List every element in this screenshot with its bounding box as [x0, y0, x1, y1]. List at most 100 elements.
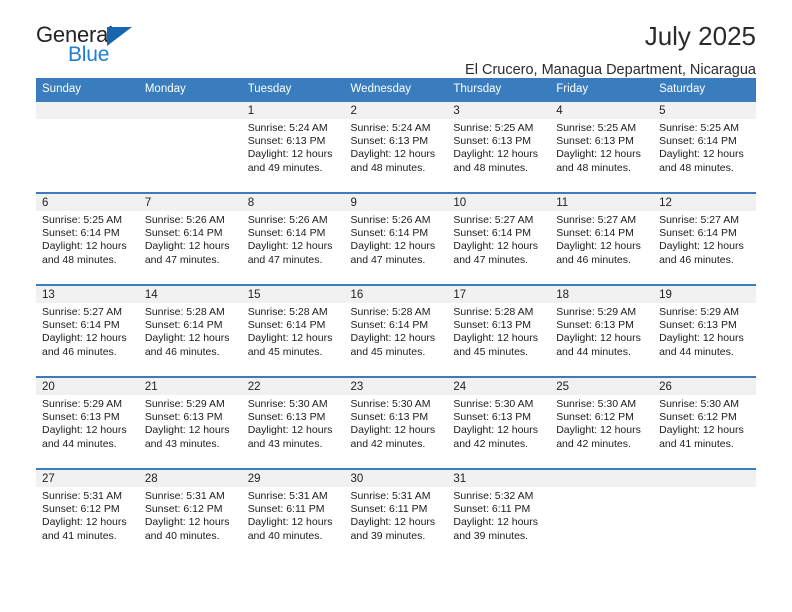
sunrise-text: Sunrise: 5:27 AM [659, 214, 740, 226]
day-number: 5 [653, 102, 756, 119]
calendar-day-cell[interactable]: 30 Sunrise: 5:31 AM Sunset: 6:11 PM Dayligh… [344, 468, 448, 560]
daylight-text: Daylight: 12 hours and 47 minutes. [247, 240, 333, 266]
sunrise-text: Sunrise: 5:28 AM [453, 306, 534, 318]
calendar-day-cell[interactable]: 10 Sunrise: 5:27 AM Sunset: 6:14 PM Dayligh… [447, 192, 551, 285]
day-number: 21 [138, 378, 242, 395]
calendar-day-cell[interactable]: 4 Sunrise: 5:25 AM Sunset: 6:13 PM Daylight… [550, 100, 654, 193]
calendar-day-cell[interactable]: 22 Sunrise: 5:30 AM Sunset: 6:13 PM Dayligh… [241, 376, 345, 469]
day-cell-inner: 24 Sunrise: 5:30 AM Sunset: 6:13 PM Dayligh… [447, 378, 551, 466]
weekday-header-saturday: Saturday [653, 78, 756, 101]
sunset-text: Sunset: 6:13 PM [556, 135, 634, 148]
calendar-day-cell[interactable]: 26 Sunrise: 5:30 AM Sunset: 6:12 PM Dayligh… [653, 376, 756, 469]
calendar-day-cell[interactable]: 19 Sunrise: 5:29 AM Sunset: 6:13 PM Dayligh… [653, 284, 756, 377]
day-cell-inner: 18 Sunrise: 5:29 AM Sunset: 6:13 PM Dayligh… [550, 286, 654, 374]
day-number: 10 [447, 194, 551, 211]
calendar-day-cell[interactable]: 27 Sunrise: 5:31 AM Sunset: 6:12 PM Dayligh… [36, 468, 139, 560]
day-cell-inner: 26 Sunrise: 5:30 AM Sunset: 6:12 PM Dayligh… [653, 378, 756, 466]
sunset-text: Sunset: 6:14 PM [350, 227, 429, 240]
calendar-day-cell[interactable]: 14 Sunrise: 5:28 AM Sunset: 6:14 PM Dayligh… [138, 284, 242, 377]
day-cell-inner: 7 Sunrise: 5:26 AM Sunset: 6:14 PM Daylight… [138, 194, 242, 282]
day-number: 15 [241, 286, 345, 303]
day-cell-inner: 17 Sunrise: 5:28 AM Sunset: 6:13 PM Dayligh… [447, 286, 551, 374]
sunset-text: Sunset: 6:13 PM [247, 411, 326, 424]
sunset-text: Sunset: 6:14 PM [144, 227, 223, 240]
calendar-day-cell[interactable]: 7 Sunrise: 5:26 AM Sunset: 6:14 PM Daylight… [138, 192, 242, 285]
calendar-day-cell[interactable]: 12 Sunrise: 5:27 AM Sunset: 6:14 PM Dayligh… [653, 192, 756, 285]
sunset-text: Sunset: 6:14 PM [42, 319, 120, 332]
day-cell-inner: 6 Sunrise: 5:25 AM Sunset: 6:14 PM Daylight… [36, 194, 139, 282]
calendar-day-cell[interactable]: 25 Sunrise: 5:30 AM Sunset: 6:12 PM Dayligh… [550, 376, 654, 469]
calendar-day-cell[interactable]: 6 Sunrise: 5:25 AM Sunset: 6:14 PM Daylight… [36, 192, 139, 285]
sunset-text: Sunset: 6:12 PM [659, 411, 737, 424]
calendar-day-cell[interactable]: 23 Sunrise: 5:30 AM Sunset: 6:13 PM Dayligh… [344, 376, 448, 469]
calendar-day-cell[interactable]: 3 Sunrise: 5:25 AM Sunset: 6:13 PM Daylight… [447, 100, 551, 193]
day-number: 31 [447, 470, 551, 487]
daylight-text: Daylight: 12 hours and 46 minutes. [556, 240, 641, 266]
day-number: 25 [550, 378, 654, 395]
sunset-text: Sunset: 6:13 PM [556, 319, 634, 332]
day-cell-inner: 15 Sunrise: 5:28 AM Sunset: 6:14 PM Dayligh… [241, 286, 345, 374]
day-number: 29 [241, 470, 345, 487]
day-details: Sunrise: 5:31 AM Sunset: 6:11 PM Daylight:… [242, 487, 345, 543]
daylight-text: Daylight: 12 hours and 47 minutes. [144, 240, 230, 266]
calendar-day-cell[interactable]: 9 Sunrise: 5:26 AM Sunset: 6:14 PM Daylight… [344, 192, 448, 285]
daylight-text: Daylight: 12 hours and 42 minutes. [453, 424, 539, 450]
daylight-text: Daylight: 12 hours and 41 minutes. [42, 516, 127, 542]
day-number [653, 470, 756, 487]
calendar-day-cell[interactable]: 31 Sunrise: 5:32 AM Sunset: 6:11 PM Dayligh… [447, 468, 551, 560]
sunset-text: Sunset: 6:13 PM [350, 411, 429, 424]
daylight-text: Daylight: 12 hours and 43 minutes. [247, 424, 333, 450]
calendar-day-cell[interactable]: 28 Sunrise: 5:31 AM Sunset: 6:12 PM Dayligh… [138, 468, 242, 560]
sunrise-text: Sunrise: 5:28 AM [350, 306, 431, 318]
sunrise-text: Sunrise: 5:24 AM [350, 122, 431, 134]
sunrise-text: Sunrise: 5:30 AM [453, 398, 534, 410]
day-number: 9 [344, 194, 448, 211]
calendar-day-cell[interactable]: 8 Sunrise: 5:26 AM Sunset: 6:14 PM Daylight… [241, 192, 345, 285]
calendar-day-cell[interactable]: 13 Sunrise: 5:27 AM Sunset: 6:14 PM Dayligh… [36, 284, 139, 377]
day-cell-inner: 9 Sunrise: 5:26 AM Sunset: 6:14 PM Daylight… [344, 194, 448, 282]
calendar-empty-cell [653, 468, 756, 560]
generalblue-logo[interactable]: General Blue [36, 22, 266, 70]
day-number: 18 [550, 286, 654, 303]
day-number: 6 [36, 194, 139, 211]
daylight-text: Daylight: 12 hours and 45 minutes. [247, 332, 333, 358]
daylight-text: Daylight: 12 hours and 46 minutes. [42, 332, 127, 358]
daylight-text: Daylight: 12 hours and 45 minutes. [453, 332, 539, 358]
calendar-day-cell[interactable]: 17 Sunrise: 5:28 AM Sunset: 6:13 PM Dayligh… [447, 284, 551, 377]
day-number: 27 [36, 470, 139, 487]
calendar-day-cell[interactable]: 2 Sunrise: 5:24 AM Sunset: 6:13 PM Daylight… [344, 100, 448, 193]
sunrise-text: Sunrise: 5:28 AM [144, 306, 225, 318]
day-number: 16 [344, 286, 448, 303]
calendar-day-cell[interactable]: 20 Sunrise: 5:29 AM Sunset: 6:13 PM Dayligh… [36, 376, 139, 469]
daylight-text: Daylight: 12 hours and 49 minutes. [247, 148, 333, 174]
calendar-week-row: 13 Sunrise: 5:27 AM Sunset: 6:14 PM Dayligh… [36, 284, 756, 377]
calendar-day-cell[interactable]: 29 Sunrise: 5:31 AM Sunset: 6:11 PM Dayligh… [241, 468, 345, 560]
sunset-text: Sunset: 6:14 PM [247, 319, 326, 332]
calendar-day-cell[interactable]: 11 Sunrise: 5:27 AM Sunset: 6:14 PM Dayligh… [550, 192, 654, 285]
sunrise-text: Sunrise: 5:28 AM [247, 306, 328, 318]
sunset-text: Sunset: 6:12 PM [42, 503, 120, 516]
calendar-day-cell[interactable]: 1 Sunrise: 5:24 AM Sunset: 6:13 PM Daylight… [241, 100, 345, 193]
daylight-text: Daylight: 12 hours and 40 minutes. [144, 516, 230, 542]
sunrise-text: Sunrise: 5:26 AM [144, 214, 225, 226]
daylight-text: Daylight: 12 hours and 46 minutes. [659, 240, 744, 266]
day-details: Sunrise: 5:30 AM Sunset: 6:13 PM Daylight:… [345, 395, 448, 451]
sunrise-text: Sunrise: 5:25 AM [42, 214, 122, 226]
calendar-day-cell[interactable]: 18 Sunrise: 5:29 AM Sunset: 6:13 PM Dayligh… [550, 284, 654, 377]
calendar-day-cell[interactable]: 16 Sunrise: 5:28 AM Sunset: 6:14 PM Dayligh… [344, 284, 448, 377]
day-cell-inner: 21 Sunrise: 5:29 AM Sunset: 6:13 PM Dayligh… [138, 378, 242, 466]
day-cell-inner: 1 Sunrise: 5:24 AM Sunset: 6:13 PM Daylight… [241, 102, 345, 190]
calendar-day-cell[interactable]: 24 Sunrise: 5:30 AM Sunset: 6:13 PM Dayligh… [447, 376, 551, 469]
sunrise-text: Sunrise: 5:32 AM [453, 490, 534, 502]
day-details: Sunrise: 5:27 AM Sunset: 6:14 PM Daylight:… [653, 211, 756, 267]
daylight-text: Daylight: 12 hours and 44 minutes. [42, 424, 127, 450]
day-number: 8 [241, 194, 345, 211]
sunrise-text: Sunrise: 5:31 AM [247, 490, 328, 502]
calendar-day-cell[interactable]: 5 Sunrise: 5:25 AM Sunset: 6:14 PM Daylight… [653, 100, 756, 193]
day-number [36, 102, 139, 119]
calendar-day-cell[interactable]: 21 Sunrise: 5:29 AM Sunset: 6:13 PM Dayligh… [138, 376, 242, 469]
calendar-day-cell[interactable]: 15 Sunrise: 5:28 AM Sunset: 6:14 PM Dayligh… [241, 284, 345, 377]
daylight-text: Daylight: 12 hours and 44 minutes. [659, 332, 744, 358]
calendar-week-row: 6 Sunrise: 5:25 AM Sunset: 6:14 PM Daylight… [36, 192, 756, 285]
day-cell-inner: 27 Sunrise: 5:31 AM Sunset: 6:12 PM Dayligh… [36, 470, 139, 558]
